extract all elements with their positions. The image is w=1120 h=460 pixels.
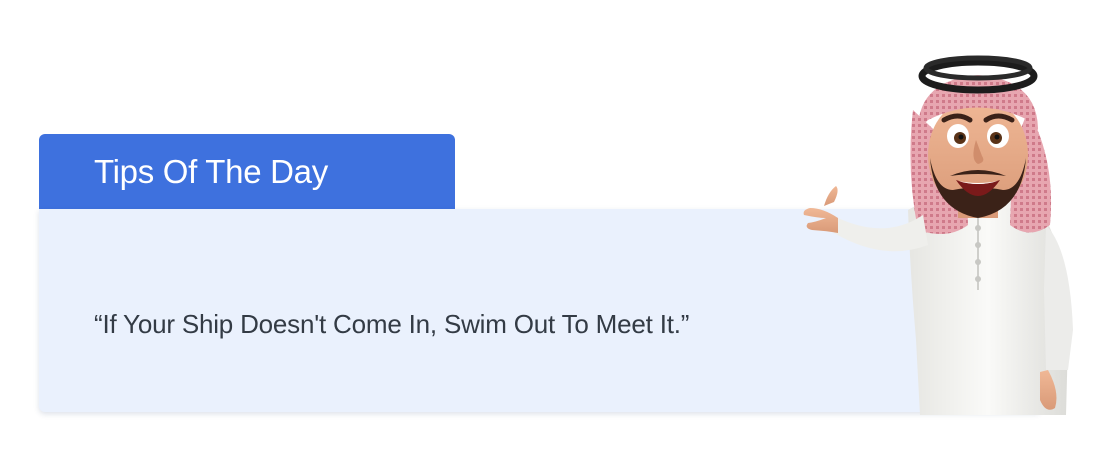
tips-title: Tips Of The Day [94, 152, 328, 190]
mascot-illustration [803, 55, 1073, 415]
tip-quote: “If Your Ship Doesn't Come In, Swim Out … [94, 309, 690, 339]
tips-header-tab: Tips Of The Day [39, 134, 455, 209]
tips-widget: Tips Of The Day “If Your Ship Doesn't Co… [0, 0, 1120, 460]
